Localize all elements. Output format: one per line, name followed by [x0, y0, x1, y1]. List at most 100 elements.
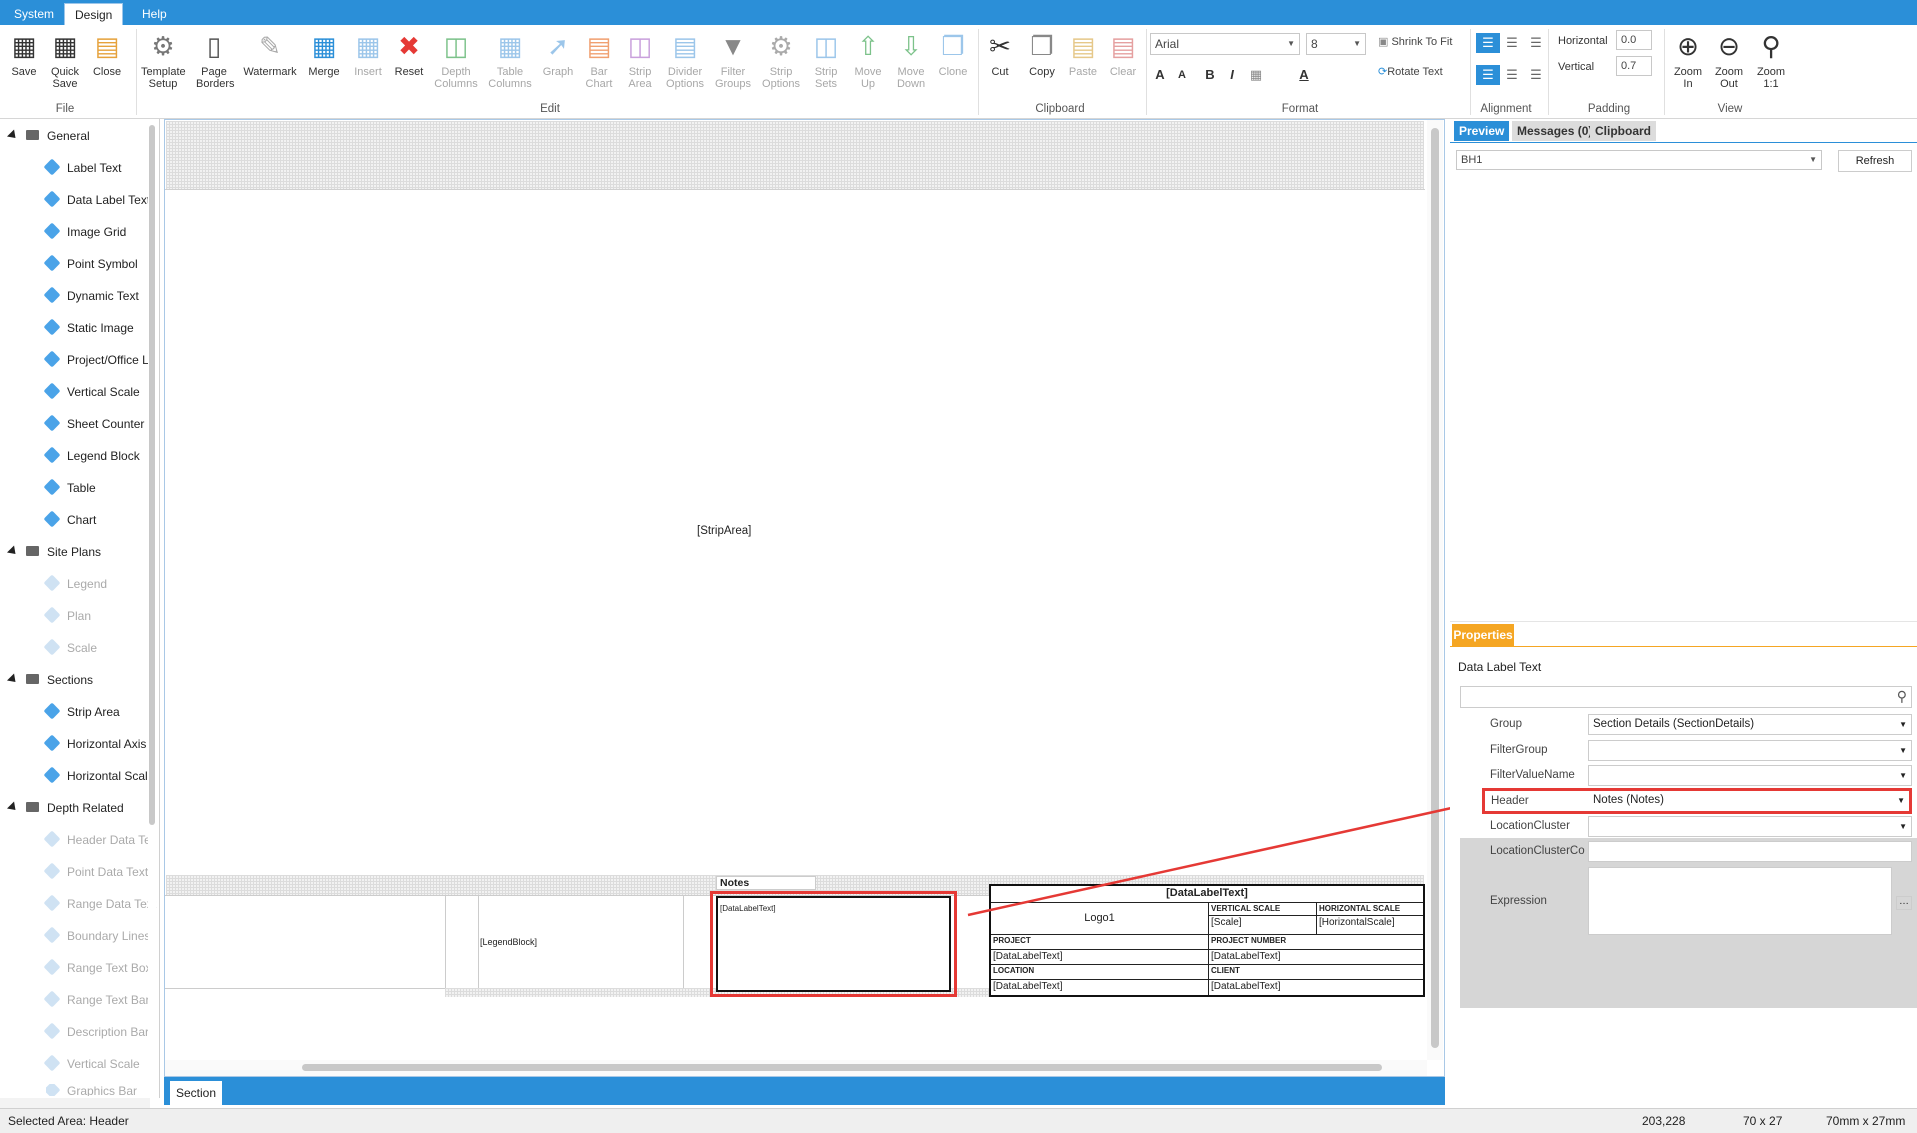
tree-item-table[interactable]: Table	[43, 478, 96, 498]
tree-scrollbar[interactable]	[148, 121, 156, 1086]
properties-search-input[interactable]: ⚲	[1460, 686, 1912, 708]
graph-button[interactable]: ➚ Graph	[538, 29, 578, 78]
prop-locationclusterco-input[interactable]	[1588, 841, 1912, 862]
tree-item-horizontal-axis[interactable]: Horizontal Axis	[43, 734, 146, 754]
tree-folder-sections[interactable]: Sections	[6, 670, 93, 690]
filter-groups-button[interactable]: ▼ Filter Groups	[710, 29, 756, 90]
font-size-select[interactable]: 8 ▼	[1306, 33, 1366, 55]
tree-item-dynamic-text[interactable]: Dynamic Text	[43, 286, 139, 306]
tree-folder-depth-related[interactable]: Depth Related	[6, 798, 124, 818]
move-down-button[interactable]: ⇩ Move Down	[890, 29, 932, 90]
tree-item-boundary-lines[interactable]: Boundary Lines	[43, 926, 150, 946]
expression-ellipsis-button[interactable]: …	[1896, 896, 1912, 910]
font-name-select[interactable]: Arial ▼	[1150, 33, 1300, 55]
tree-item-scale[interactable]: Scale	[43, 638, 97, 658]
grow-font-button[interactable]: A	[1150, 65, 1170, 85]
design-canvas[interactable]: [StripArea] [LegendBlock] Notes [DataLab…	[164, 119, 1445, 1077]
tree-item-point-data-text[interactable]: Point Data Text	[43, 862, 148, 882]
tree-scrollbar-thumb[interactable]	[149, 125, 155, 825]
strip-options-button[interactable]: ⚙ Strip Options	[758, 29, 804, 90]
align-bottom-button[interactable]: ☰	[1524, 33, 1548, 53]
divider-options-button[interactable]: ▤ Divider Options	[662, 29, 708, 90]
tab-section[interactable]: Section	[170, 1081, 222, 1105]
padding-vertical-input[interactable]: 0.7	[1616, 56, 1652, 76]
refresh-button[interactable]: Refresh	[1838, 150, 1912, 172]
tab-help[interactable]: Help	[132, 3, 177, 25]
clear-button[interactable]: ▤ Clear	[1104, 29, 1142, 78]
tab-system[interactable]: System	[4, 3, 64, 25]
tree-item-strip-area[interactable]: Strip Area	[43, 702, 120, 722]
strip-area-placeholder[interactable]: [StripArea]	[697, 525, 751, 537]
save-button[interactable]: ▦ Save	[6, 29, 42, 78]
strip-sets-button[interactable]: ◫ Strip Sets	[806, 29, 846, 90]
clone-button[interactable]: ❐ Clone	[934, 29, 972, 78]
tab-design[interactable]: Design	[64, 3, 124, 25]
insert-button[interactable]: ▦ Insert	[350, 29, 386, 78]
tree-item-horizontal-scale[interactable]: Horizontal Scale	[43, 766, 154, 786]
paste-button[interactable]: ▤ Paste	[1064, 29, 1102, 78]
legend-block-placeholder[interactable]: [LegendBlock]	[480, 937, 537, 947]
copy-button[interactable]: ❐ Copy	[1022, 29, 1062, 78]
shrink-to-fit-button[interactable]: ▣ Shrink To Fit	[1378, 35, 1452, 48]
tree-hscrollbar[interactable]	[0, 1098, 150, 1108]
align-middle-button[interactable]: ☰	[1500, 33, 1524, 53]
preview-select[interactable]: BH1 ▼	[1456, 150, 1822, 170]
notes-data-label-text[interactable]: [DataLabelText]	[716, 896, 951, 992]
tree-item-range-text-bar[interactable]: Range Text Bar	[43, 990, 150, 1010]
close-button[interactable]: ▤ Close	[88, 29, 126, 78]
tree-item-sheet-counter[interactable]: Sheet Counter	[43, 414, 144, 434]
prop-filtergroup-select[interactable]: ▼	[1588, 740, 1912, 761]
table-columns-button[interactable]: ▦ Table Columns	[484, 29, 536, 90]
prop-locationcluster-select[interactable]: ▼	[1588, 816, 1912, 837]
align-top-button[interactable]: ☰	[1476, 33, 1500, 53]
move-up-button[interactable]: ⇧ Move Up	[848, 29, 888, 90]
tree-item-chart[interactable]: Chart	[43, 510, 96, 530]
bold-button[interactable]: B	[1200, 65, 1220, 85]
canvas-hscrollbar[interactable]	[165, 1060, 1427, 1076]
prop-group-select[interactable]: Section Details (SectionDetails) ▼	[1588, 714, 1912, 735]
zoom-out-button[interactable]: ⊖ Zoom Out	[1708, 29, 1750, 90]
canvas-hscrollbar-thumb[interactable]	[302, 1064, 1382, 1071]
tree-item-label-text[interactable]: Label Text	[43, 158, 122, 178]
tree-item-range-text-box[interactable]: Range Text Box	[43, 958, 152, 978]
cut-button[interactable]: ✂ Cut	[982, 29, 1018, 78]
tree-item-vertical-scale[interactable]: Vertical Scale	[43, 382, 140, 402]
align-center-button[interactable]: ☰	[1500, 65, 1524, 85]
align-right-button[interactable]: ☰	[1524, 65, 1548, 85]
bar-chart-button[interactable]: ▤ Bar Chart	[580, 29, 618, 90]
strip-area-button[interactable]: ◫ Strip Area	[620, 29, 660, 90]
merge-button[interactable]: ▦ Merge	[302, 29, 346, 78]
tree-item-description-bar[interactable]: Description Bar	[43, 1022, 149, 1042]
template-setup-button[interactable]: ⚙ Template Setup	[140, 29, 186, 90]
tree-item-legend[interactable]: Legend	[43, 574, 107, 594]
tree-item-legend-block[interactable]: Legend Block	[43, 446, 140, 466]
notes-title[interactable]: Notes	[716, 876, 816, 890]
italic-button[interactable]: I	[1222, 65, 1242, 85]
align-left-button[interactable]: ☰	[1476, 65, 1500, 85]
tree-item-project-office-logo[interactable]: Project/Office Lo	[43, 350, 156, 370]
tab-properties[interactable]: Properties	[1452, 624, 1514, 646]
rotate-text-button[interactable]: ⟳Rotate Text	[1378, 65, 1443, 78]
quick-save-button[interactable]: ▦ Quick Save	[44, 29, 86, 90]
zoom-in-button[interactable]: ⊕ Zoom In	[1668, 29, 1708, 90]
tab-messages[interactable]: Messages (0)	[1512, 121, 1598, 141]
font-color-button[interactable]: A	[1294, 65, 1314, 85]
prop-expression-input[interactable]	[1588, 867, 1892, 935]
tree-item-plan[interactable]: Plan	[43, 606, 91, 626]
tree-item-static-image[interactable]: Static Image	[43, 318, 134, 338]
reset-button[interactable]: ✖ Reset	[390, 29, 428, 78]
padding-horizontal-input[interactable]: 0.0	[1616, 30, 1652, 50]
borders-icon[interactable]: ▦	[1246, 65, 1266, 85]
tree-item-depth-vertical-scale[interactable]: Vertical Scale	[43, 1054, 140, 1074]
tab-clipboard[interactable]: Clipboard	[1590, 121, 1656, 141]
tree-folder-site-plans[interactable]: Site Plans	[6, 542, 101, 562]
project-number-value[interactable]: [DataLabelText]	[1209, 950, 1423, 965]
tab-preview[interactable]: Preview	[1454, 121, 1510, 141]
watermark-button[interactable]: ✎ Watermark	[242, 29, 298, 78]
depth-columns-button[interactable]: ◫ Depth Columns	[432, 29, 480, 90]
project-value[interactable]: [DataLabelText]	[991, 950, 1209, 965]
tree-item-range-data-text[interactable]: Range Data Text	[43, 894, 156, 914]
tree-folder-general[interactable]: General	[6, 126, 90, 146]
tree-item-graphics-bar[interactable]: Graphics Bar	[46, 1084, 137, 1096]
tree-item-point-symbol[interactable]: Point Symbol	[43, 254, 138, 274]
